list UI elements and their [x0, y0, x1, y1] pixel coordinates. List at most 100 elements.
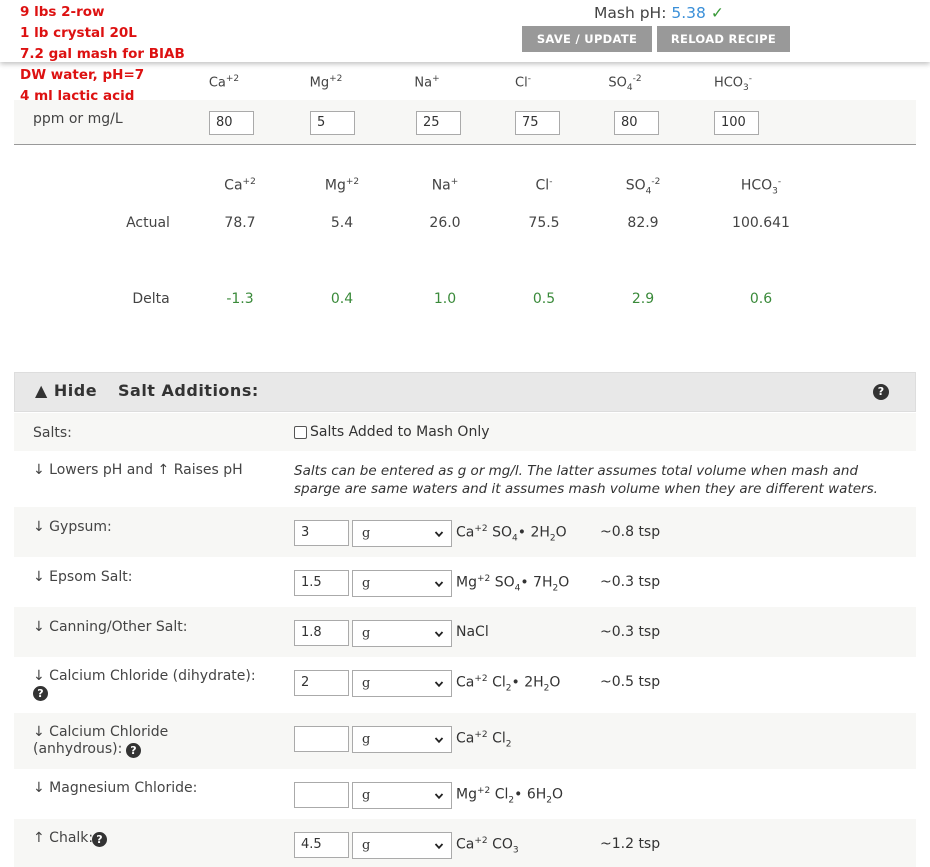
salt-formula-gypsum: Ca+2 SO4• 2H2O — [456, 524, 567, 544]
mash-only-label: Salts Added to Mash Only — [310, 424, 490, 440]
save-update-button[interactable]: SAVE / UPDATE — [522, 26, 652, 52]
salt-tsp-calcium-chloride-dihydrate: ~0.5 tsp — [600, 674, 661, 690]
unit-select-calcium-chloride-anhydrous[interactable]: g — [352, 726, 452, 753]
delta-ca: -1.3 — [226, 291, 254, 307]
mash-ph-value: 5.38 — [671, 4, 706, 22]
unit-select-calcium-chloride-dihydrate[interactable]: g — [352, 670, 452, 697]
delta-mg: 0.4 — [330, 291, 354, 307]
chevron-down-icon — [434, 793, 444, 800]
unit-select-chalk[interactable]: g — [352, 832, 452, 859]
unit-value: g — [362, 788, 371, 803]
salt-formula-epsom-salt: Mg+2 SO4• 7H2O — [456, 574, 570, 594]
ion-hco3-label: HCO3- — [713, 74, 753, 93]
delta-cl: 0.5 — [532, 291, 556, 307]
ion-mg-label: Mg+2 — [309, 74, 343, 91]
unit-select-epsom-salt[interactable]: g — [352, 570, 452, 597]
target-cl-input[interactable]: 75 — [515, 111, 560, 135]
salt-label-calcium-chloride-anhydrous: ↓ Calcium Chloride (anhydrous): — [33, 724, 168, 758]
salts-units-note: Salts can be entered as g or mg/l. The l… — [294, 463, 878, 497]
chevron-down-icon — [434, 843, 444, 850]
salt-label-chalk: ↑ Chalk: — [33, 830, 94, 846]
unit-value: g — [362, 732, 371, 747]
salt-label-canning-salt: ↓ Canning/Other Salt: — [33, 619, 188, 635]
salt-formula-canning-salt: NaCl — [456, 624, 489, 640]
salt-tsp-gypsum: ~0.8 tsp — [600, 524, 661, 540]
chevron-down-icon — [434, 737, 444, 744]
target-so4-input[interactable]: 80 — [614, 111, 659, 135]
salt-additions-title: Salt Additions: — [118, 381, 259, 400]
target-hco3-input[interactable]: 100 — [714, 111, 759, 135]
help-icon[interactable]: ? — [873, 384, 889, 400]
help-icon[interactable]: ? — [92, 832, 107, 847]
salt-amount-input-epsom-salt[interactable]: 1.5 — [294, 570, 349, 596]
mash-only-checkbox-wrap[interactable]: Salts Added to Mash Only — [294, 424, 490, 440]
target-mg-input[interactable]: 5 — [310, 111, 355, 135]
salt-amount-input-calcium-chloride-dihydrate[interactable]: 2 — [294, 670, 349, 696]
unit-select-canning-salt[interactable]: g — [352, 620, 452, 647]
salt-amount-input-canning-salt[interactable]: 1.8 — [294, 620, 349, 646]
delta-na: 1.0 — [433, 291, 457, 307]
unit-value: g — [362, 626, 371, 641]
actual-cl: 75.5 — [528, 215, 560, 231]
salt-formula-chalk: Ca+2 CO3 — [456, 836, 519, 856]
mash-only-checkbox[interactable] — [294, 425, 307, 439]
hide-toggle[interactable]: ▲ Hide — [35, 381, 97, 400]
check-icon: ✓ — [710, 4, 724, 22]
reload-recipe-button[interactable]: RELOAD RECIPE — [657, 26, 790, 52]
salt-formula-calcium-chloride-dihydrate: Ca+2 Cl2• 2H2O — [456, 674, 561, 694]
salt-label-line: ↓ Calcium Chloride — [33, 724, 169, 740]
chevron-down-icon — [434, 681, 444, 688]
actual-hco3: 100.641 — [732, 215, 790, 231]
salts-label: Salts: — [33, 425, 72, 441]
salt-amount-input-magnesium-chloride[interactable] — [294, 782, 349, 808]
unit-select-magnesium-chloride[interactable]: g — [352, 782, 452, 809]
salt-amount-input-calcium-chloride-anhydrous[interactable] — [294, 726, 349, 752]
delta-hco3: 0.6 — [749, 291, 773, 307]
help-icon[interactable]: ? — [33, 686, 48, 701]
salt-tsp-canning-salt: ~0.3 tsp — [600, 624, 661, 640]
note-line: 7.2 gal mash for BIAB — [20, 46, 185, 62]
salt-tsp-chalk: ~1.2 tsp — [600, 836, 661, 852]
mash-ph-label: Mash pH: — [594, 4, 667, 22]
salt-amount-input-chalk[interactable]: 4.5 — [294, 832, 349, 858]
mash-ph-readout: Mash pH: 5.38 ✓ — [594, 4, 724, 22]
unit-select-gypsum[interactable]: g — [352, 520, 452, 547]
result-ion-so4: SO4-2 — [625, 177, 661, 197]
result-ion-cl: Cl- — [535, 177, 553, 194]
salt-label-line: (anhydrous): — [33, 741, 123, 757]
salt-tsp-epsom-salt: ~0.3 tsp — [600, 574, 661, 590]
actual-mg: 5.4 — [330, 215, 354, 231]
target-ca-input[interactable]: 80 — [209, 111, 254, 135]
delta-label: Delta — [132, 291, 170, 307]
actual-label: Actual — [126, 215, 170, 231]
salt-label-calcium-chloride-dihydrate: ↓ Calcium Chloride (dihydrate): — [33, 668, 256, 684]
unit-value: g — [362, 838, 371, 853]
salt-formula-calcium-chloride-anhydrous: Ca+2 Cl2 — [456, 730, 512, 750]
salt-label-magnesium-chloride: ↓ Magnesium Chloride: — [33, 780, 198, 796]
help-icon[interactable]: ? — [126, 743, 141, 758]
ion-so4-label: SO4-2 — [608, 74, 642, 93]
ion-cl-label: Cl- — [515, 74, 531, 91]
unit-value: g — [362, 576, 371, 591]
actual-ca: 78.7 — [224, 215, 256, 231]
chevron-down-icon — [434, 581, 444, 588]
result-ion-ca: Ca+2 — [224, 177, 256, 194]
note-line: 9 lbs 2-row — [20, 4, 105, 20]
salt-formula-magnesium-chloride: Mg+2 Cl2• 6H2O — [456, 786, 564, 806]
result-ion-mg: Mg+2 — [324, 177, 360, 194]
unit-value: g — [362, 676, 371, 691]
chevron-down-icon — [434, 531, 444, 538]
salt-label-gypsum: ↓ Gypsum: — [33, 519, 112, 535]
salt-label-epsom-salt: ↓ Epsom Salt: — [33, 569, 133, 585]
ph-legend: ↓ Lowers pH and ↑ Raises pH — [33, 462, 243, 478]
recipe-notes: 9 lbs 2-row 1 lb crystal 20L 7.2 gal mas… — [20, 2, 185, 107]
ion-na-label: Na+ — [414, 74, 440, 91]
actual-na: 26.0 — [429, 215, 461, 231]
salt-amount-input-gypsum[interactable]: 3 — [294, 520, 349, 546]
note-line: 1 lb crystal 20L — [20, 25, 137, 41]
target-na-input[interactable]: 25 — [416, 111, 461, 135]
result-ion-na: Na+ — [431, 177, 459, 194]
result-ion-hco3: HCO3- — [740, 177, 782, 197]
delta-so4: 2.9 — [631, 291, 655, 307]
ion-ca-label: Ca+2 — [208, 74, 240, 91]
